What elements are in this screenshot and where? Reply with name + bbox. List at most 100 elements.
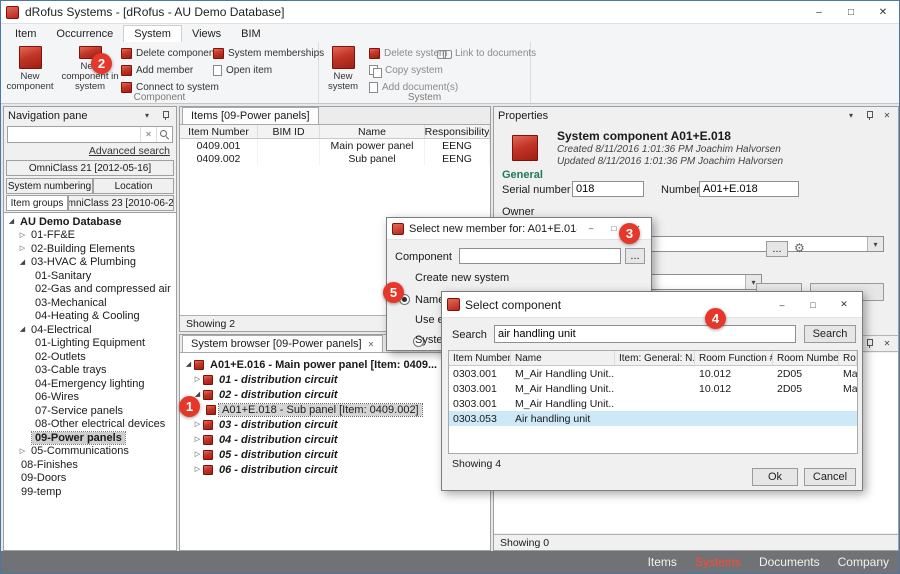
tree-item[interactable]: AU Demo Database [4,215,176,229]
column-item-number[interactable]: Item Number [449,351,511,365]
search-icon-wrap[interactable] [156,127,172,142]
tab-system-numbering[interactable]: System numbering [6,178,93,194]
expanded-icon[interactable] [17,257,28,268]
browse-button[interactable]: ... [766,241,788,257]
item-row[interactable]: 0409.001 Main power panel EENG [180,139,490,152]
pin-icon-wrap[interactable] [158,109,172,122]
new-component-button[interactable]: New component [3,44,57,92]
gear-icon[interactable]: ⚙ [794,241,805,255]
tree-item[interactable]: 02-Gas and compressed air [4,283,176,297]
minimize-button[interactable]: – [582,221,600,237]
tree-item[interactable]: 03-HVAC & Plumbing [4,256,176,270]
maximize-button[interactable]: □ [800,295,826,315]
add-member-button[interactable]: Add member [121,62,215,79]
tree-item[interactable]: 04-Heating & Cooling [4,310,176,324]
component-row[interactable]: 0303.001 M_Air Handling Unit... 10.012 2… [449,366,857,381]
chevron-down-icon[interactable]: ▾ [140,109,154,122]
close-button[interactable]: ✕ [831,295,857,315]
copy-system-button[interactable]: Copy system [369,62,455,79]
tree-item-selected[interactable]: 09-Power panels [4,431,176,445]
column-name[interactable]: Name [320,125,425,138]
search-input[interactable] [8,128,140,141]
tree-item[interactable]: 06-Wires [4,391,176,405]
expanded-icon[interactable] [6,216,17,227]
tree-item[interactable]: 01-Lighting Equipment [4,337,176,351]
tree-item[interactable]: 03-Cable trays [4,364,176,378]
collapsed-icon[interactable] [17,243,28,254]
number-field[interactable] [699,181,799,197]
statusbar-items[interactable]: Items [648,555,677,569]
tree-item[interactable]: 02-Building Elements [4,242,176,256]
tab-item[interactable]: Item [5,26,46,42]
close-panel-icon[interactable]: ✕ [880,109,894,122]
tab-bim[interactable]: BIM [231,26,271,42]
item-row[interactable]: 0409.002 Sub panel EENG [180,152,490,165]
column-bim-id[interactable]: BIM ID [258,125,320,138]
column-item-number[interactable]: Item Number [180,125,258,138]
pin-icon-wrap[interactable] [862,109,876,122]
new-system-button[interactable]: New system [321,44,365,92]
tree-item[interactable]: 02-Outlets [4,350,176,364]
component-row-selected[interactable]: 0303.053 Air handling unit [449,411,857,426]
search-button[interactable]: Search [804,325,856,343]
column-name[interactable]: Name [511,351,615,365]
omniclass21-button[interactable]: OmniClass 21 [2012-05-16] [6,160,174,176]
minimize-button[interactable]: – [769,295,795,315]
tree-item[interactable]: 04-Emergency lighting [4,377,176,391]
statusbar-systems[interactable]: Systems [695,555,741,569]
column-room-function[interactable]: Room Function #: [695,351,773,365]
collapsed-icon[interactable] [17,446,28,457]
serial-number-field[interactable] [572,181,644,197]
tree-item[interactable]: 03-Mechanical [4,296,176,310]
tree-item[interactable]: 01-Sanitary [4,269,176,283]
tab-occurrence[interactable]: Occurrence [46,26,123,42]
system-browser-tab[interactable]: System browser [09-Power panels] ✕ [182,335,383,352]
tree-item[interactable]: 08-Finishes [4,458,176,472]
collapsed-icon[interactable] [192,449,203,460]
system-memberships-button[interactable]: System memberships [213,45,317,62]
column-item-general[interactable]: Item: General: N... [615,351,695,365]
pin-icon-wrap[interactable] [862,337,876,350]
collapsed-icon[interactable] [192,419,203,430]
items-tab[interactable]: Items [09-Power panels] [182,107,319,124]
component-search-input[interactable] [494,325,796,343]
maximize-button[interactable]: □ [835,1,867,24]
tree-item[interactable]: 99-temp [4,485,176,499]
tab-system[interactable]: System [123,25,182,42]
component-field[interactable] [459,248,621,264]
column-responsibility[interactable]: Responsibility [425,125,490,138]
tree-item[interactable]: 01-FF&E [4,229,176,243]
tab-location[interactable]: Location [93,178,174,194]
delete-component-button[interactable]: Delete component [121,45,215,62]
advanced-search-link[interactable]: Advanced search [89,145,170,157]
chevron-down-icon[interactable]: ▾ [844,109,858,122]
column-room[interactable]: Roo [839,351,857,365]
link-to-documents-button[interactable]: Link to documents [437,45,531,62]
tab-omniclass23[interactable]: OmniClass 23 [2010-06-24] [68,195,174,211]
tree-item[interactable]: 07-Service panels [4,404,176,418]
close-panel-icon[interactable]: ✕ [880,337,894,350]
open-item-button[interactable]: Open item [213,62,317,79]
cancel-button[interactable]: Cancel [804,468,856,486]
statusbar-documents[interactable]: Documents [759,555,820,569]
statusbar-company[interactable]: Company [838,555,889,569]
component-row[interactable]: 0303.001 M_Air Handling Unit... [449,396,857,411]
close-tab-icon[interactable]: ✕ [368,340,375,349]
minimize-button[interactable]: – [803,1,835,24]
collapsed-icon[interactable] [17,230,28,241]
tab-views[interactable]: Views [182,26,231,42]
column-room-number[interactable]: Room Number [773,351,839,365]
tree-item[interactable]: 05-Communications [4,445,176,459]
browse-component-button[interactable]: ... [625,248,645,264]
component-row[interactable]: 0303.001 M_Air Handling Unit... 10.012 2… [449,381,857,396]
expanded-icon[interactable] [183,359,194,370]
new-component-in-system-button[interactable]: New component in system [59,44,121,92]
collapsed-icon[interactable] [192,464,203,475]
close-button[interactable]: ✕ [867,1,899,24]
tab-item-groups[interactable]: Item groups [6,195,68,211]
ok-button[interactable]: Ok [752,468,798,486]
tree-item[interactable]: 09-Doors [4,472,176,486]
clear-search-icon[interactable]: ✕ [140,127,156,142]
tree-item[interactable]: 08-Other electrical devices [4,418,176,432]
tree-item[interactable]: 04-Electrical [4,323,176,337]
